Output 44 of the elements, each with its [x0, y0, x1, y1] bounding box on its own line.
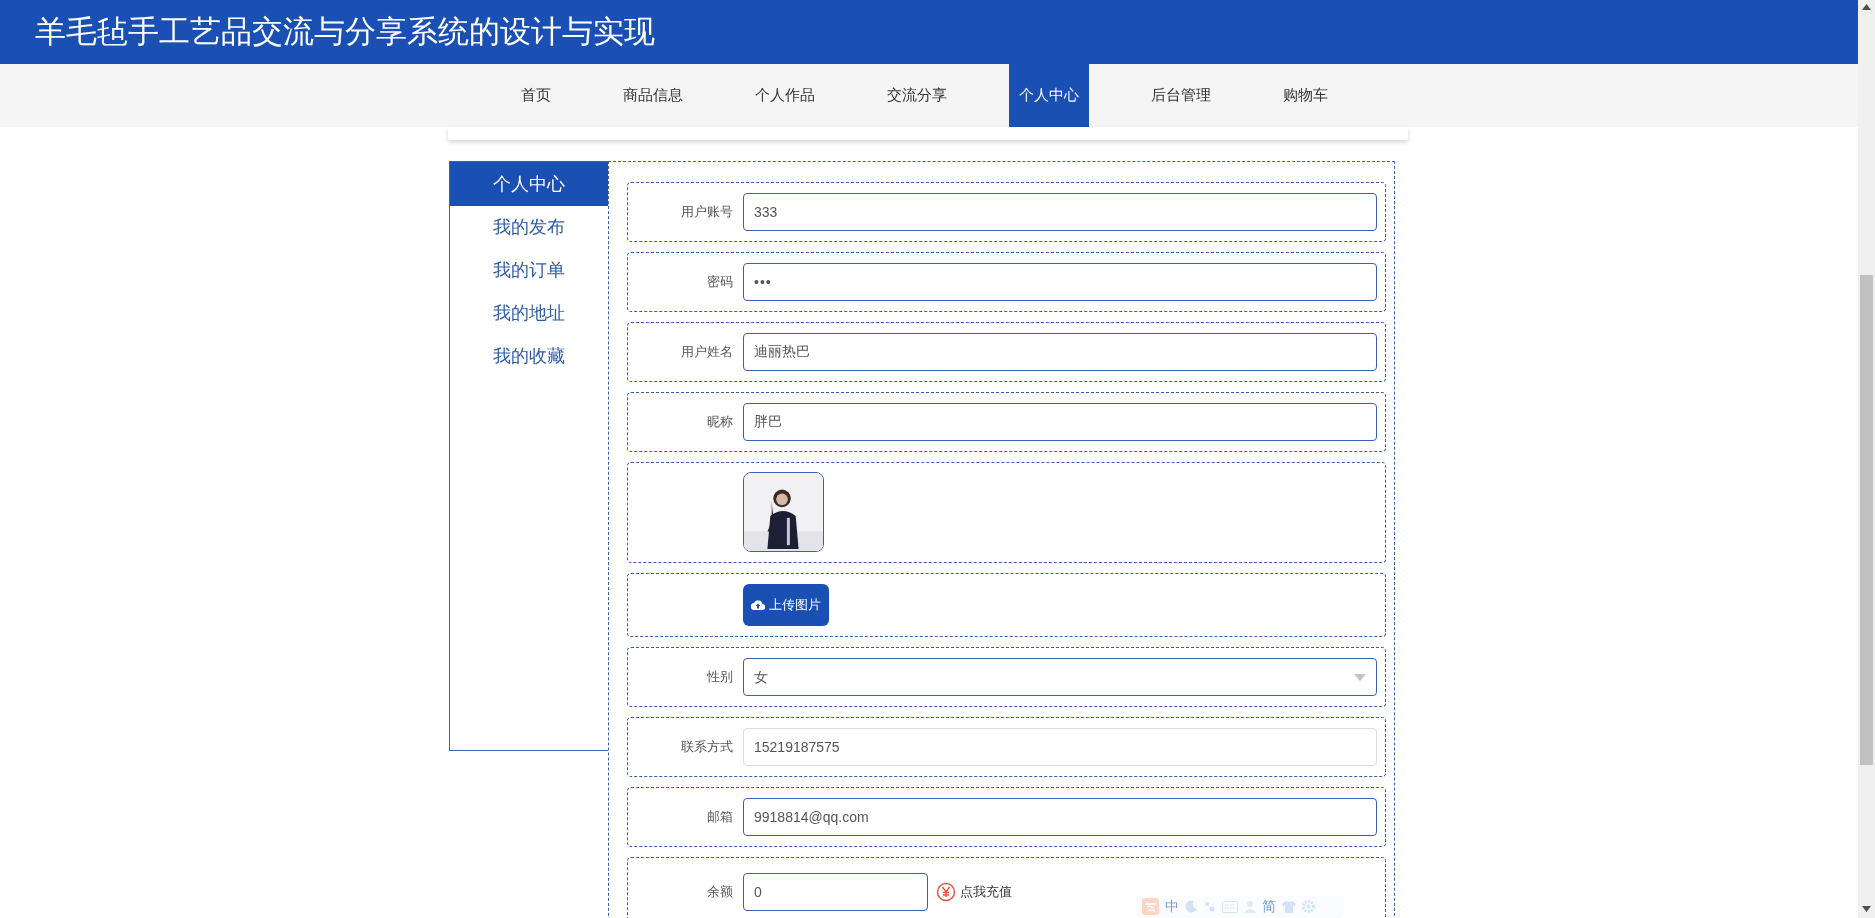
sidebar-item[interactable]: 我的地址 [450, 292, 608, 335]
nav-tab[interactable]: 后台管理 [1140, 64, 1221, 127]
field-label: 密码 [707, 273, 733, 292]
upload-button[interactable]: 上传图片 [743, 584, 829, 626]
input-field[interactable]: 15219187575 [743, 728, 1377, 766]
nav-tab[interactable]: 购物车 [1272, 64, 1338, 127]
site-title: 羊毛毡手工艺品交流与分享系统的设计与实现 [35, 12, 655, 51]
select-field[interactable]: 女 [743, 658, 1377, 696]
nav-tab[interactable]: 商品信息 [612, 64, 693, 127]
input-field[interactable]: 胖巴 [743, 403, 1377, 441]
field-label: 余额 [707, 883, 733, 902]
keyboard-icon[interactable] [1222, 900, 1238, 913]
sidebar-item[interactable]: 我的收藏 [450, 335, 608, 378]
input-field[interactable]: ••• [743, 263, 1377, 301]
user-icon[interactable] [1244, 900, 1256, 913]
scroll-up-arrow-icon[interactable] [1862, 4, 1871, 10]
field-label: 用户姓名 [681, 343, 733, 362]
punctuation-icon[interactable] [1204, 900, 1216, 913]
sidebar-item[interactable]: 我的订单 [450, 249, 608, 292]
scroll-down-arrow-icon[interactable] [1862, 906, 1871, 912]
nav-tab[interactable]: 首页 [510, 64, 561, 127]
sidebar-item[interactable]: 我的发布 [450, 206, 608, 249]
scrollbar-thumb[interactable] [1860, 275, 1873, 765]
field-label: 邮箱 [707, 808, 733, 827]
settings-icon[interactable] [1302, 900, 1315, 913]
nav-tab[interactable]: 交流分享 [876, 64, 957, 127]
field-label: 用户账号 [681, 203, 733, 222]
nav-tab[interactable]: 个人中心 [1008, 64, 1089, 127]
input-field[interactable]: 迪丽热巴 [743, 333, 1377, 371]
recharge-link[interactable]: 点我充值 [936, 882, 1012, 902]
ime-logo-icon [1142, 898, 1159, 915]
dropdown-caret-icon [1354, 673, 1366, 681]
input-field[interactable]: 0 [743, 873, 928, 911]
input-field[interactable]: 333 [743, 193, 1377, 231]
moon-icon[interactable] [1185, 900, 1198, 913]
yen-coin-icon [936, 882, 956, 902]
field-label: 昵称 [707, 413, 733, 432]
field-label: 性别 [707, 668, 733, 687]
input-field[interactable]: 9918814@qq.com [743, 798, 1377, 836]
shirt-icon[interactable] [1282, 900, 1296, 913]
sidebar-item[interactable]: 个人中心 [450, 162, 608, 206]
nav-tab[interactable]: 个人作品 [744, 64, 825, 127]
field-label: 联系方式 [681, 738, 733, 757]
cloud-upload-icon [751, 600, 765, 610]
